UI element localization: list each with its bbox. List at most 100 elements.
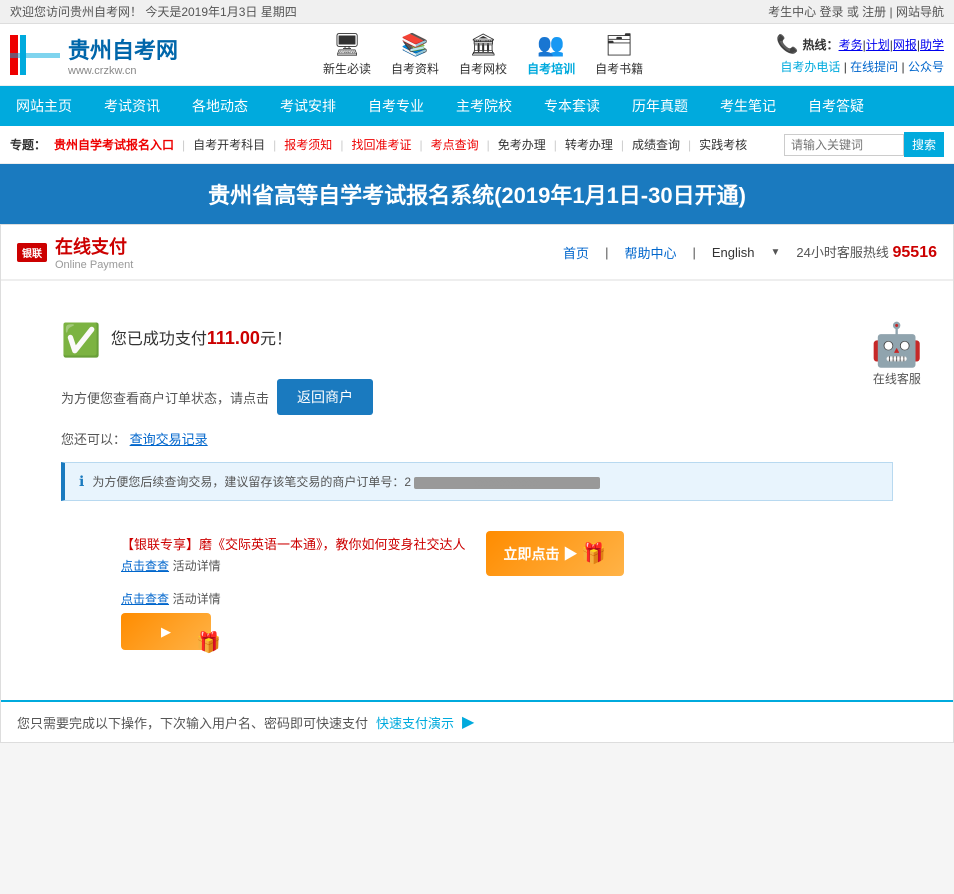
site-name: 贵州自考网 bbox=[68, 33, 178, 65]
info-icon: ℹ bbox=[79, 473, 84, 490]
gift-icon: 🎁 bbox=[581, 541, 606, 566]
book-icon: 📚 bbox=[401, 32, 428, 58]
nav-icon-0[interactable]: 🖥 新生必读 bbox=[323, 32, 371, 77]
header: 贵州自考网 www.crzkw.cn 🖥 新生必读 📚 自考资料 🏛 自考网校 … bbox=[0, 24, 954, 86]
search-button[interactable]: 搜索 bbox=[904, 132, 944, 157]
nav-major[interactable]: 自考专业 bbox=[352, 86, 440, 126]
subjects-link[interactable]: 自考开考科目 bbox=[189, 136, 269, 153]
nav-set[interactable]: 专本套读 bbox=[528, 86, 616, 126]
promo-area: 【银联专享】磨《交际英语一本通》，教你如何变身社交达人 点击查查 活动详情 立即… bbox=[121, 531, 833, 650]
search-input[interactable] bbox=[784, 134, 904, 156]
site-guide-link[interactable]: 网站导航 bbox=[896, 5, 944, 19]
nav-home[interactable]: 网站主页 bbox=[0, 86, 88, 126]
promo2-arrow: ▶ bbox=[161, 624, 171, 639]
promo-row-1: 【银联专享】磨《交际英语一本通》，教你如何变身社交达人 点击查查 活动详情 立即… bbox=[121, 531, 833, 576]
nav-icons: 🖥 新生必读 📚 自考资料 🏛 自考网校 👥 自考培训 🗂 自考书籍 bbox=[190, 32, 776, 77]
nav-label-2: 自考网校 bbox=[459, 60, 507, 77]
success-text: 您已成功支付111.00元！ bbox=[111, 325, 292, 349]
fast-pay-demo-link[interactable]: 快速支付演示 bbox=[376, 713, 454, 732]
return-merchant-button[interactable]: 返回商户 bbox=[277, 379, 373, 415]
main-nav: 网站主页 考试资讯 各地动态 考试安排 自考专业 主考院校 专本套读 历年真题 … bbox=[0, 86, 954, 126]
nav-icon-1[interactable]: 📚 自考资料 bbox=[391, 32, 439, 77]
site-url: www.crzkw.cn bbox=[68, 65, 178, 77]
unionpay-main: 在线支付 bbox=[55, 233, 133, 259]
nav-label-1: 自考资料 bbox=[391, 60, 439, 77]
nav-exam-news[interactable]: 考试资讯 bbox=[88, 86, 176, 126]
logo-icon bbox=[10, 35, 60, 75]
payment-header-right: 首页 | 帮助中心 | English ▼ 24小时客服热线 95516 bbox=[563, 242, 937, 262]
hotline-info: 24小时客服热线 95516 bbox=[796, 242, 937, 262]
nav-label-0: 新生必读 bbox=[323, 60, 371, 77]
nav-label-3: 自考培训 bbox=[527, 60, 575, 77]
promo1-detail: 点击查查 活动详情 bbox=[121, 557, 466, 574]
top-bar-message: 欢迎您访问贵州自考网！ 今天是2019年1月3日 星期四 bbox=[10, 3, 297, 20]
promo1-link[interactable]: 点击查查 bbox=[121, 559, 169, 573]
query-link-row: 您还可以： 查询交易记录 bbox=[61, 429, 893, 448]
service-face-icon: 🤖 bbox=[871, 321, 923, 370]
payment-section: 银联 在线支付 Online Payment 首页 | 帮助中心 | Engli… bbox=[0, 224, 954, 743]
payment-content: 🤖 在线客服 ✅ 您已成功支付111.00元！ 为方便您查看商户订单状态，请点击… bbox=[1, 281, 953, 700]
register-link[interactable]: 注册 bbox=[862, 5, 886, 19]
login-link[interactable]: 登录 bbox=[819, 5, 843, 19]
footer-bar: 您只需要完成以下操作，下次输入用户名、密码即可快速支付 快速支付演示 ▶ bbox=[1, 700, 953, 742]
return-prompt: 为方便您查看商户订单状态，请点击 bbox=[61, 388, 269, 407]
banner: 贵州省高等自学考试报名系统(2019年1月1日-30日开通) bbox=[0, 164, 954, 224]
nav-schedule[interactable]: 考试安排 bbox=[264, 86, 352, 126]
wechat-link[interactable]: 公众号 bbox=[908, 60, 944, 74]
nav-qa[interactable]: 自考答疑 bbox=[792, 86, 880, 126]
phone-icon: 📞 bbox=[776, 34, 798, 55]
promo1-btn-label: 立即点击 ▶ bbox=[504, 544, 578, 564]
nav-label-4: 自考书籍 bbox=[595, 60, 643, 77]
nav-notes[interactable]: 考生笔记 bbox=[704, 86, 792, 126]
kaowu-link[interactable]: 考务 bbox=[839, 38, 863, 52]
promo1-button[interactable]: 立即点击 ▶ 🎁 bbox=[486, 531, 625, 576]
online-service[interactable]: 🤖 在线客服 bbox=[871, 321, 923, 387]
nav-local[interactable]: 各地动态 bbox=[176, 86, 264, 126]
admission-link[interactable]: 找回准考证 bbox=[347, 136, 415, 153]
online-question-link[interactable]: 在线提问 bbox=[850, 60, 898, 74]
promo-item-1: 【银联专享】磨《交际英语一本通》，教你如何变身社交达人 点击查查 活动详情 立即… bbox=[121, 531, 833, 576]
pay-home-link[interactable]: 首页 bbox=[563, 243, 589, 262]
query-transaction-link[interactable]: 查询交易记录 bbox=[130, 432, 208, 447]
transfer-link[interactable]: 转考办理 bbox=[561, 136, 617, 153]
unionpay-text-area: 在线支付 Online Payment bbox=[55, 233, 133, 271]
top-bar-right: 考生中心 登录 或 注册 | 网站导航 bbox=[768, 3, 944, 20]
enroll-link[interactable]: 贵州自学考试报名入口 bbox=[50, 136, 178, 153]
language-selector[interactable]: English bbox=[712, 245, 755, 260]
score-link[interactable]: 成绩查询 bbox=[628, 136, 684, 153]
nav-past[interactable]: 历年真题 bbox=[616, 86, 704, 126]
promo2-button[interactable]: ▶ 🎁 bbox=[121, 613, 211, 650]
footer-text: 您只需要完成以下操作，下次输入用户名、密码即可快速支付 bbox=[17, 713, 368, 732]
nav-icon-4[interactable]: 🗂 自考书籍 bbox=[595, 32, 643, 77]
unionpay-badge: 银联 bbox=[17, 243, 47, 262]
hotline-sub-links: 自考办电话 | 在线提问 | 公众号 bbox=[776, 58, 944, 75]
nav-icon-3[interactable]: 👥 自考培训 bbox=[527, 32, 575, 77]
play-icon: ▶ bbox=[462, 712, 474, 732]
logo-text: 贵州自考网 www.crzkw.cn bbox=[68, 33, 178, 77]
sub-nav: 专题： 贵州自学考试报名入口 | 自考开考科目 | 报考须知 | 找回准考证 |… bbox=[0, 126, 954, 164]
practice-link[interactable]: 实践考核 bbox=[695, 136, 751, 153]
zhuxue-link[interactable]: 助学 bbox=[920, 38, 944, 52]
nav-college[interactable]: 主考院校 bbox=[440, 86, 528, 126]
promo-item-2: 点击查查 活动详情 ▶ 🎁 bbox=[121, 590, 833, 650]
gift-icon-2: 🎁 bbox=[196, 630, 221, 655]
examsite-link[interactable]: 考点查询 bbox=[427, 136, 483, 153]
exempt-link[interactable]: 免考办理 bbox=[494, 136, 550, 153]
search-box: 搜索 bbox=[784, 132, 944, 157]
jihua-link[interactable]: 计划 bbox=[866, 38, 890, 52]
hotline-label: 热线：考务|计划|网报|助学 bbox=[803, 36, 944, 53]
help-link[interactable]: 帮助中心 bbox=[624, 243, 676, 262]
school-icon: 🏛 bbox=[469, 32, 497, 58]
lang-arrow-icon[interactable]: ▼ bbox=[771, 247, 781, 258]
notice-link[interactable]: 报考须知 bbox=[280, 136, 336, 153]
promo1-text: 【银联专享】磨《交际英语一本通》，教你如何变身社交达人 bbox=[121, 534, 466, 553]
wangbao-link[interactable]: 网报 bbox=[893, 38, 917, 52]
hotline-area: 📞 热线：考务|计划|网报|助学 自考办电话 | 在线提问 | 公众号 bbox=[776, 34, 944, 75]
books-icon: 🗂 bbox=[605, 32, 633, 58]
phone-link[interactable]: 自考办电话 bbox=[780, 60, 840, 74]
payment-header: 银联 在线支付 Online Payment 首页 | 帮助中心 | Engli… bbox=[1, 225, 953, 280]
promo2-link[interactable]: 点击查查 bbox=[121, 592, 169, 606]
success-checkmark-icon: ✅ bbox=[61, 321, 101, 359]
nav-icon-2[interactable]: 🏛 自考网校 bbox=[459, 32, 507, 77]
banner-text: 贵州省高等自学考试报名系统(2019年1月1日-30日开通) bbox=[208, 183, 746, 208]
